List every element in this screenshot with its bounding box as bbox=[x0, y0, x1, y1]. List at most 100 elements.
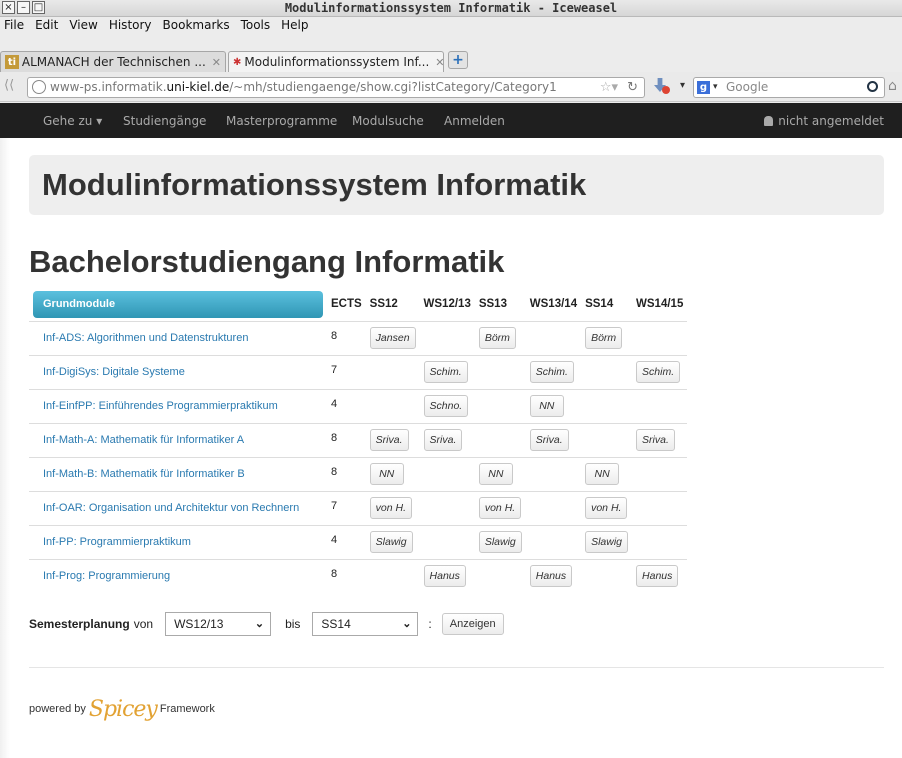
url-bar[interactable]: www-ps.informatik.uni-kiel.de/~mh/studie… bbox=[27, 77, 645, 98]
download-icon[interactable] bbox=[650, 78, 672, 96]
lecturer-button[interactable]: von H. bbox=[369, 497, 413, 519]
lecturer-button[interactable]: Schim. bbox=[529, 361, 574, 383]
category-header: Grundmodule bbox=[29, 288, 327, 321]
module-link[interactable]: Inf-Prog: Programmierung bbox=[33, 570, 170, 582]
lecturer-button[interactable]: Börm bbox=[585, 327, 623, 349]
tab-favicon-icon: ti bbox=[5, 55, 19, 69]
footer: powered by Spicey Framework bbox=[29, 696, 215, 722]
semester-cell bbox=[632, 456, 688, 491]
back-arrow-icon[interactable]: ⟨⟨ bbox=[4, 78, 24, 96]
module-cell: Inf-EinfPP: Einführendes Programmierprak… bbox=[29, 388, 327, 423]
semester-cell: Sriva. bbox=[525, 422, 582, 457]
module-link[interactable]: Inf-ADS: Algorithmen und Datenstrukturen bbox=[33, 332, 248, 344]
menu-edit[interactable]: Edit bbox=[35, 17, 58, 34]
table-row: Inf-EinfPP: Einführendes Programmierprak… bbox=[29, 388, 688, 423]
download-error-icon bbox=[662, 86, 670, 94]
menu-file[interactable]: File bbox=[4, 17, 24, 34]
menu-help[interactable]: Help bbox=[281, 17, 308, 34]
reload-icon[interactable]: ↻ bbox=[627, 78, 638, 97]
menu-view[interactable]: View bbox=[69, 17, 97, 34]
menu-tools[interactable]: Tools bbox=[241, 17, 271, 34]
lecturer-button[interactable]: Hanus bbox=[636, 565, 679, 588]
nav-gehe-zu[interactable]: Gehe zu ▾ bbox=[43, 114, 102, 128]
menu-history[interactable]: History bbox=[109, 17, 152, 34]
semester-to-select[interactable]: SS14 ⌄ bbox=[312, 612, 419, 636]
semester-cell: Schim. bbox=[525, 354, 582, 389]
lecturer-button[interactable]: Sriva. bbox=[369, 429, 409, 451]
tab-bar: ti ALMANACH der Technischen ... ✕ ✱ Modu… bbox=[0, 34, 902, 72]
lecturer-button[interactable]: Schim. bbox=[423, 361, 468, 383]
url-path: /~mh/studiengaenge/show.cgi?listCategory… bbox=[229, 80, 557, 94]
semester-cell: NN bbox=[525, 388, 582, 423]
semester-cell bbox=[525, 320, 582, 355]
semester-cell: NN bbox=[365, 456, 420, 491]
nav-studiengaenge[interactable]: Studiengänge bbox=[123, 114, 206, 128]
lecturer-button[interactable]: Jansen bbox=[369, 327, 416, 349]
lecturer-button[interactable]: Sriva. bbox=[529, 429, 569, 451]
menu-bookmarks[interactable]: Bookmarks bbox=[163, 17, 230, 34]
tab-almanach[interactable]: ti ALMANACH der Technischen ... ✕ bbox=[0, 51, 226, 72]
lecturer-button[interactable]: NN bbox=[478, 463, 513, 485]
bookmark-star-icon[interactable]: ☆▾ bbox=[600, 78, 618, 97]
nav-modulsuche[interactable]: Modulsuche bbox=[352, 114, 424, 128]
module-link[interactable]: Inf-EinfPP: Einführendes Programmierprak… bbox=[33, 400, 278, 412]
lecturer-button[interactable]: NN bbox=[585, 463, 620, 485]
column-header-ws1415: WS14/15 bbox=[636, 298, 684, 311]
menubar: File Edit View History Bookmarks Tools H… bbox=[0, 17, 902, 34]
anzeigen-button[interactable]: Anzeigen bbox=[441, 613, 504, 635]
module-table: Grundmodule ECTS SS12 WS12/13 SS13 WS13/… bbox=[29, 288, 688, 593]
home-icon[interactable]: ⌂ bbox=[888, 78, 897, 94]
lecturer-button[interactable]: NN bbox=[529, 395, 564, 417]
ects-cell: 8 bbox=[327, 456, 366, 491]
lecturer-button[interactable]: Schim. bbox=[636, 361, 681, 383]
tab-label: ALMANACH der Technischen ... bbox=[21, 55, 206, 69]
lecturer-button[interactable]: Sriva. bbox=[636, 429, 675, 451]
lecturer-button[interactable]: von H. bbox=[478, 497, 522, 519]
semester-cell bbox=[419, 456, 475, 491]
table-row: Inf-Prog: Programmierung 8 Hanus Hanus Hanus bbox=[29, 558, 688, 593]
semester-cell: von H. bbox=[474, 490, 526, 525]
chevron-down-icon[interactable]: ▾ bbox=[680, 80, 685, 91]
table-row: Inf-DigiSys: Digitale Systeme 7 Schim. Schi… bbox=[29, 354, 688, 389]
page-shadow bbox=[0, 138, 10, 758]
module-link[interactable]: Inf-DigiSys: Digitale Systeme bbox=[33, 366, 185, 378]
nav-anmelden[interactable]: Anmelden bbox=[444, 114, 505, 128]
search-input[interactable]: g ▾ Google bbox=[693, 77, 885, 98]
category-label[interactable]: Grundmodule bbox=[33, 290, 323, 318]
module-link[interactable]: Inf-Math-B: Mathematik für Informatiker … bbox=[33, 468, 245, 480]
lecturer-button[interactable]: von H. bbox=[585, 497, 628, 519]
module-link[interactable]: Inf-Math-A: Mathematik für Informatiker … bbox=[33, 434, 244, 446]
table-header-row: Grundmodule ECTS SS12 WS12/13 SS13 WS13/… bbox=[29, 288, 687, 321]
lecturer-button[interactable]: Slawig bbox=[585, 531, 629, 553]
lecturer-button[interactable]: Sriva. bbox=[423, 429, 463, 451]
semester-from-select[interactable]: WS12/13 ⌄ bbox=[165, 612, 272, 636]
google-icon[interactable]: g bbox=[697, 81, 710, 94]
nav-masterprogramme[interactable]: Masterprogramme bbox=[226, 114, 337, 128]
lecturer-button[interactable]: Slawig bbox=[478, 531, 522, 553]
semester-cell bbox=[419, 490, 475, 525]
semester-cell: Börm bbox=[474, 320, 526, 355]
semester-cell: Sriva. bbox=[419, 422, 475, 457]
tab-modulinformationssystem[interactable]: ✱ Modulinformationssystem Inf... ✕ bbox=[228, 51, 444, 72]
new-tab-button[interactable]: + bbox=[448, 51, 468, 69]
semesterplanung-form: Semesterplanung von WS12/13 ⌄ bis SS14 ⌄… bbox=[29, 611, 504, 637]
semester-cell bbox=[365, 558, 420, 593]
tab-close-icon[interactable]: ✕ bbox=[212, 56, 221, 69]
lecturer-button[interactable]: Slawig bbox=[369, 531, 413, 553]
lecturer-button[interactable]: Schno. bbox=[423, 395, 469, 417]
window-titlebar: × – □ Modulinformationssystem Informatik… bbox=[0, 0, 902, 17]
user-status[interactable]: nicht angemeldet bbox=[764, 114, 884, 128]
module-link[interactable]: Inf-PP: Programmierpraktikum bbox=[33, 536, 191, 548]
spicey-logo[interactable]: Spicey bbox=[89, 697, 158, 722]
lecturer-button[interactable]: Hanus bbox=[423, 565, 466, 588]
tab-close-icon[interactable]: ✕ bbox=[435, 56, 443, 69]
lecturer-button[interactable]: Hanus bbox=[529, 565, 573, 588]
site-identity-icon[interactable] bbox=[32, 80, 46, 94]
lecturer-button[interactable]: Börm bbox=[478, 327, 516, 349]
search-icon[interactable] bbox=[867, 81, 878, 92]
semester-cell bbox=[419, 524, 475, 559]
chevron-down-icon[interactable]: ▾ bbox=[713, 78, 718, 97]
lecturer-button[interactable]: NN bbox=[369, 463, 404, 485]
module-link[interactable]: Inf-OAR: Organisation und Architektur vo… bbox=[33, 502, 299, 514]
module-cell: Inf-DigiSys: Digitale Systeme bbox=[29, 354, 327, 389]
